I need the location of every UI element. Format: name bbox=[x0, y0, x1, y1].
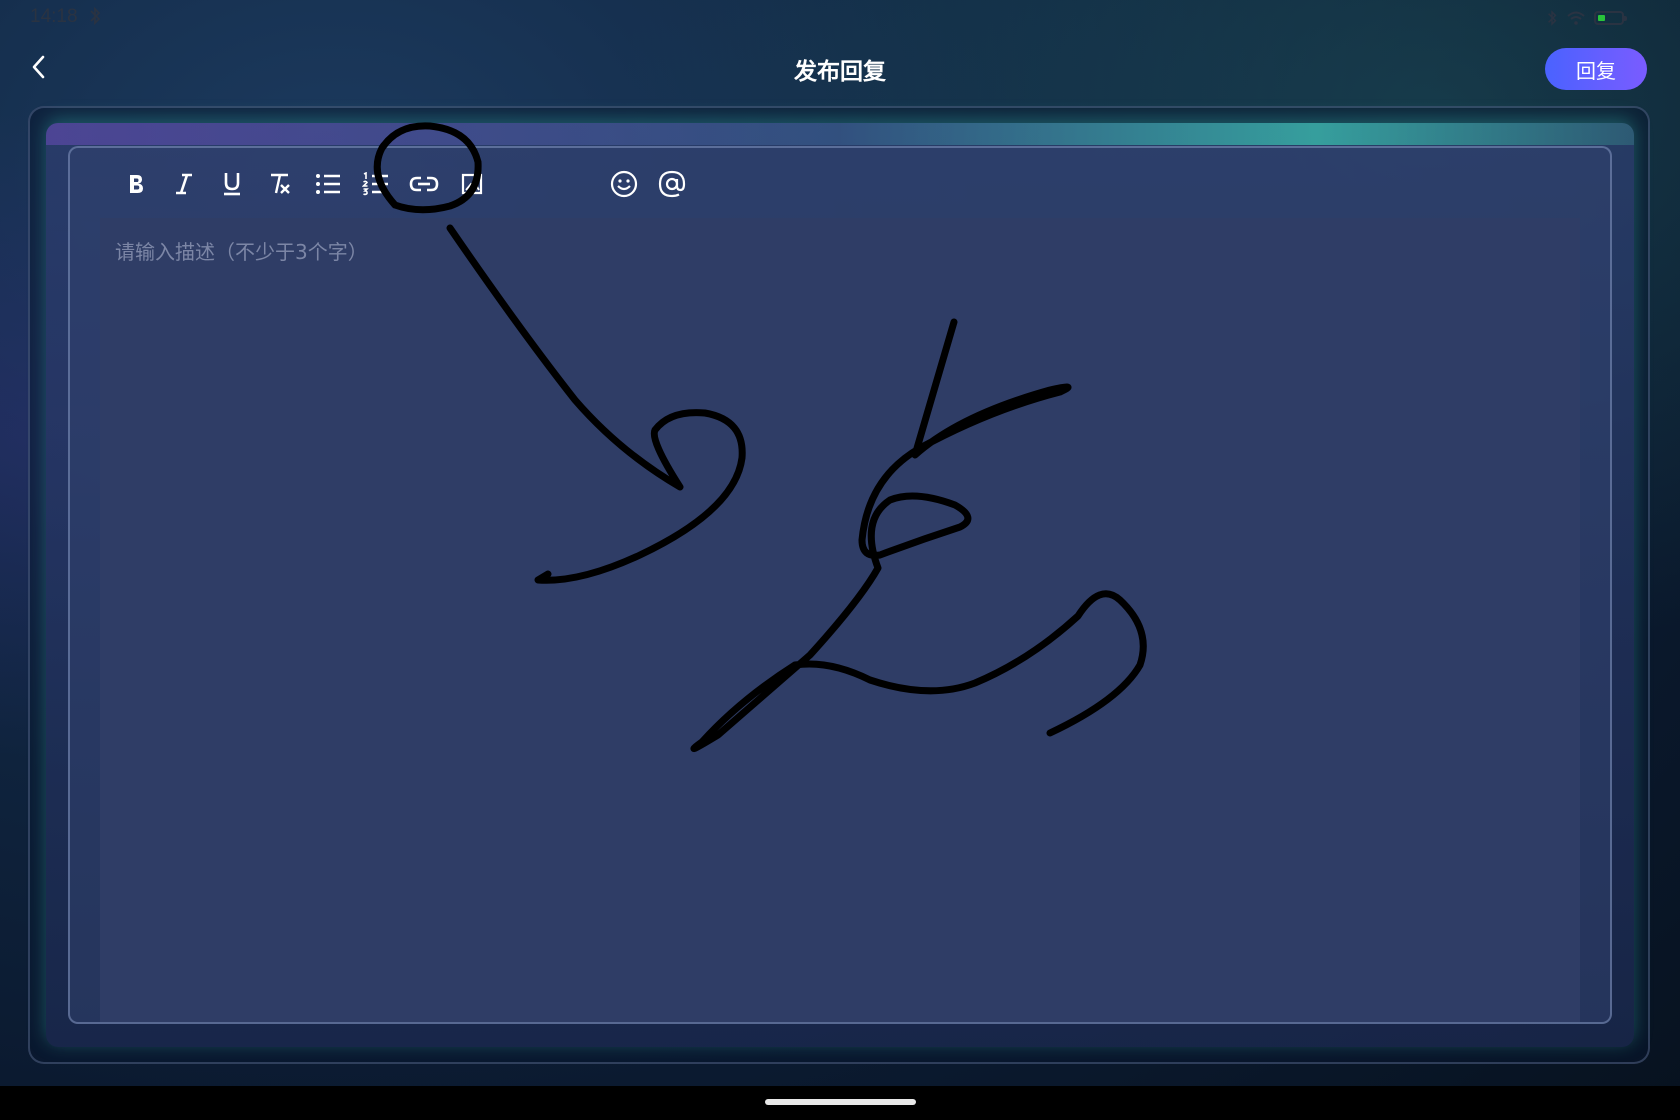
status-time: 14:18 bbox=[30, 6, 78, 27]
bluetooth-icon bbox=[90, 6, 101, 26]
status-icons bbox=[1546, 8, 1627, 28]
bullet-list-button[interactable] bbox=[304, 162, 352, 206]
page-title: 发布回复 bbox=[794, 59, 886, 85]
description-input[interactable] bbox=[100, 218, 1580, 1022]
link-icon bbox=[409, 176, 439, 192]
clear-format-icon bbox=[271, 173, 290, 194]
wifi-icon bbox=[1567, 11, 1585, 25]
numbered-list-icon bbox=[362, 172, 388, 196]
link-button[interactable] bbox=[400, 162, 448, 206]
description-placeholder: 请输入描述（不少于3个字） bbox=[115, 240, 368, 264]
battery-icon bbox=[1594, 11, 1627, 25]
mention-button[interactable] bbox=[648, 162, 696, 206]
emoji-icon bbox=[610, 170, 638, 198]
bullet-list-icon bbox=[316, 174, 340, 194]
underline-button[interactable] bbox=[208, 162, 256, 206]
status-bar: 14:18 bbox=[0, 0, 1680, 34]
numbered-list-button[interactable] bbox=[352, 162, 400, 206]
emoji-button[interactable] bbox=[600, 162, 648, 206]
italic-icon bbox=[176, 173, 192, 195]
reply-button[interactable]: 回复 bbox=[1545, 48, 1647, 90]
at-sign-icon bbox=[658, 170, 686, 198]
editor-toolbar bbox=[112, 162, 696, 206]
underline-icon bbox=[224, 173, 240, 196]
italic-button[interactable] bbox=[160, 162, 208, 206]
bluetooth-icon bbox=[1548, 10, 1557, 26]
battery-cap bbox=[1624, 16, 1627, 21]
bold-button[interactable] bbox=[112, 162, 160, 206]
clear-format-button[interactable] bbox=[256, 162, 304, 206]
image-icon bbox=[461, 173, 483, 195]
image-button[interactable] bbox=[448, 162, 496, 206]
home-indicator[interactable] bbox=[765, 1099, 916, 1105]
bold-icon bbox=[130, 175, 143, 193]
battery-level bbox=[1598, 15, 1605, 21]
